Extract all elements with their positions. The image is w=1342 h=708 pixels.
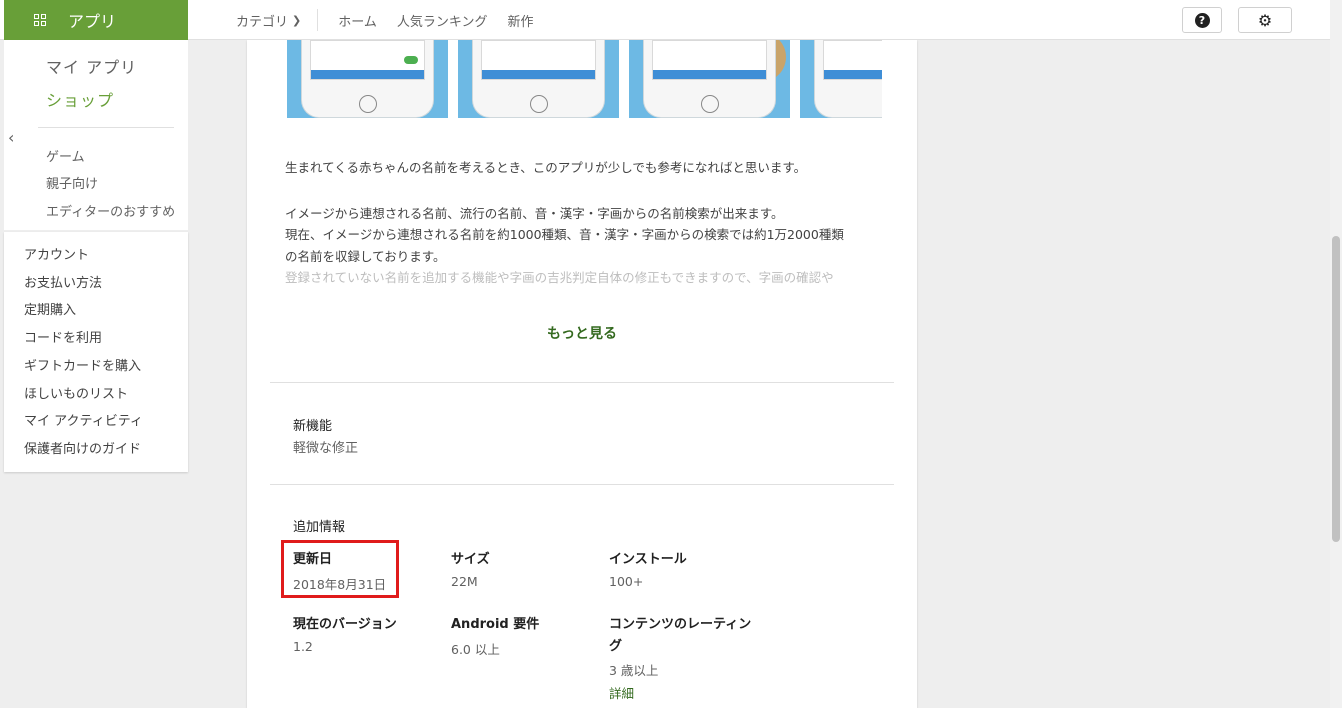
top-bar: アプリ カテゴリ ❯ ホーム 人気ランキング 新作 ? ⚙ — [0, 0, 1330, 40]
section-divider — [270, 484, 894, 485]
sidebar-divider — [38, 127, 174, 128]
sidebar-collapse-chevron-icon[interactable]: ‹ — [8, 128, 14, 147]
apps-tab[interactable]: アプリ — [4, 0, 188, 40]
content-rating-value: 3 歳以上 — [609, 663, 659, 678]
account-item-subscriptions[interactable]: 定期購入 — [24, 299, 76, 318]
content-rating-details-link[interactable]: 詳細 — [609, 683, 634, 702]
account-item-parent-guide[interactable]: 保護者向けのガイド — [24, 438, 141, 457]
size-value: 22M — [451, 574, 478, 589]
version-label: 現在のバージョン — [293, 617, 397, 632]
phone-frame — [814, 40, 882, 118]
description-line: 生まれてくる赤ちゃんの名前を考えるとき、このアプリが少しでも参考になればと思いま… — [285, 160, 807, 175]
installs-label: インストール — [609, 552, 687, 567]
whats-new-text: 軽微な修正 — [293, 441, 359, 456]
app-screenshot[interactable] — [800, 40, 882, 118]
gear-icon: ⚙ — [1257, 10, 1273, 30]
sidebar-nav: マイ アプリ ショップ ゲーム 親子向け エディターのおすすめ — [4, 40, 188, 230]
account-item-gift-card[interactable]: ギフトカードを購入 — [24, 355, 141, 374]
help-button[interactable]: ? — [1182, 7, 1222, 33]
description-line-faded: 登録されていない名前を追加する機能や字画の吉兆判定自体の修正もできますので、字画… — [285, 270, 834, 285]
account-item-payment[interactable]: お支払い方法 — [24, 272, 102, 291]
home-button-image — [529, 95, 548, 113]
home-button-image — [358, 95, 377, 113]
description-line: の名前を収録しております。 — [285, 249, 446, 264]
additional-info-title: 追加情報 — [293, 520, 346, 535]
phone-frame — [301, 40, 434, 118]
size-label: サイズ — [451, 552, 490, 567]
account-item-account[interactable]: アカウント — [24, 244, 89, 263]
description-line: イメージから連想される名前、流行の名前、音・漢字・字画からの名前検索が出来ます。 — [285, 206, 784, 221]
apps-grid-icon — [34, 14, 46, 26]
apps-tab-label: アプリ — [68, 12, 117, 31]
settings-button[interactable]: ⚙ — [1238, 7, 1292, 33]
help-icon: ? — [1194, 12, 1210, 28]
installs-value: 100+ — [609, 574, 644, 589]
scrollbar-thumb[interactable] — [1332, 236, 1340, 542]
chevron-down-icon: ❯ — [292, 13, 302, 27]
sidebar-item-family[interactable]: 親子向け — [46, 173, 98, 192]
read-more-button[interactable]: もっと見る — [247, 323, 917, 343]
category-dropdown[interactable]: カテゴリ ❯ — [236, 9, 319, 31]
account-item-wishlist[interactable]: ほしいものリスト — [24, 383, 128, 402]
content-rating-label: コンテンツのレーティン — [609, 617, 752, 632]
app-screenshot[interactable] — [287, 40, 448, 118]
app-detail-card: 生まれてくる赤ちゃんの名前を考えるとき、このアプリが少しでも参考になればと思いま… — [247, 40, 917, 708]
app-screenshot[interactable] — [458, 40, 619, 118]
content-rating-label-cont: グ — [609, 639, 623, 654]
nav-new-link[interactable]: 新作 — [507, 11, 533, 30]
phone-frame — [472, 40, 605, 118]
whats-new-title: 新機能 — [293, 419, 333, 434]
category-label: カテゴリ — [236, 14, 289, 30]
top-nav: カテゴリ ❯ ホーム 人気ランキング 新作 — [236, 0, 534, 40]
page-scrollbar[interactable] — [1330, 0, 1342, 708]
section-divider — [270, 382, 894, 383]
sidebar-item-my-apps[interactable]: マイ アプリ — [46, 54, 137, 78]
account-item-redeem[interactable]: コードを利用 — [24, 327, 102, 346]
account-menu: アカウント お支払い方法 定期購入 コードを利用 ギフトカードを購入 ほしいもの… — [4, 232, 188, 472]
highlight-annotation-box — [281, 540, 399, 598]
description-line: 現在、イメージから連想される名前を約1000種類、音・漢字・字画からの検索では約… — [285, 227, 844, 242]
nav-ranking-link[interactable]: 人気ランキング — [397, 11, 488, 30]
android-requirement-label: Android 要件 — [451, 617, 540, 632]
android-requirement-value: 6.0 以上 — [451, 642, 500, 657]
phone-frame — [643, 40, 776, 118]
version-value: 1.2 — [293, 639, 313, 654]
home-button-image — [700, 95, 719, 113]
toggle-switch-image — [404, 56, 418, 64]
app-screenshot[interactable] — [629, 40, 790, 118]
nav-home-link[interactable]: ホーム — [338, 11, 377, 30]
sidebar-item-shop[interactable]: ショップ — [46, 87, 114, 111]
account-item-activity[interactable]: マイ アクティビティ — [24, 410, 143, 429]
sidebar-item-editors-choice[interactable]: エディターのおすすめ — [46, 201, 175, 220]
sidebar-item-games[interactable]: ゲーム — [46, 146, 85, 165]
